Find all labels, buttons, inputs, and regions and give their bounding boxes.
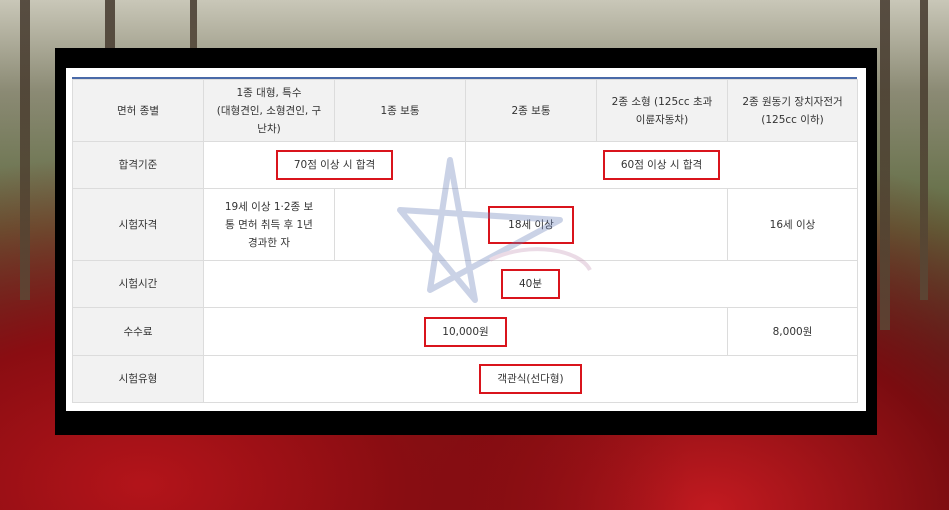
header-line: 2종 원동기 장치자전거 bbox=[742, 95, 843, 108]
highlight-box: 40분 bbox=[500, 269, 561, 299]
license-exam-table: 면허 종별 1종 대형, 특수 (대형견인, 소형견인, 구 난차) 1종 보통… bbox=[72, 79, 858, 403]
header-line: 1종 대형, 특수 bbox=[236, 86, 302, 99]
qualification-moped: 16세 이상 bbox=[727, 188, 858, 261]
exam-type-value: 객관식(선다형) bbox=[203, 355, 858, 403]
header-class2-normal: 2종 보통 bbox=[465, 79, 597, 142]
tree-trunk bbox=[20, 0, 30, 300]
header-line: (대형견인, 소형견인, 구 bbox=[216, 104, 322, 117]
exam-time-value: 40분 bbox=[203, 260, 858, 308]
header-class1-normal: 1종 보통 bbox=[334, 79, 466, 142]
highlight-box: 60점 이상 시 합격 bbox=[602, 150, 721, 180]
header-line: 난차) bbox=[257, 122, 281, 135]
highlight-box: 70점 이상 시 합격 bbox=[275, 150, 394, 180]
highlight-box: 10,000원 bbox=[424, 316, 507, 347]
header-class2-moped: 2종 원동기 장치자전거 (125cc 이하) bbox=[727, 79, 858, 142]
header-license-type: 면허 종별 bbox=[72, 79, 204, 142]
header-line: (125cc 이하) bbox=[761, 113, 824, 126]
pass-criteria-class1: 70점 이상 시 합격 bbox=[203, 141, 466, 189]
qualification-class1-large: 19세 이상 1·2종 보 통 면허 취득 후 1년 경과한 자 bbox=[203, 188, 335, 261]
header-class2-small: 2종 소형 (125cc 초과 이륜자동차) bbox=[596, 79, 728, 142]
highlight-box: 객관식(선다형) bbox=[479, 364, 582, 394]
row-label: 시험자격 bbox=[72, 188, 204, 261]
table-row-exam-type: 시험유형 객관식(선다형) bbox=[72, 355, 858, 403]
highlight-box: 18세 이상 bbox=[488, 205, 574, 244]
qualification-general: 18세 이상 bbox=[334, 188, 728, 261]
cell-line: 경과한 자 bbox=[248, 236, 290, 249]
tree-trunk bbox=[920, 0, 928, 300]
header-class1-large-special: 1종 대형, 특수 (대형견인, 소형견인, 구 난차) bbox=[203, 79, 335, 142]
row-label: 수수료 bbox=[72, 307, 204, 356]
fee-moped: 8,000원 bbox=[727, 307, 858, 356]
table-row-pass-criteria: 합격기준 70점 이상 시 합격 60점 이상 시 합격 bbox=[72, 141, 858, 189]
header-line: 이륜자동차) bbox=[635, 113, 689, 126]
row-label: 시험유형 bbox=[72, 355, 204, 403]
table-row-qualification: 시험자격 19세 이상 1·2종 보 통 면허 취득 후 1년 경과한 자 18… bbox=[72, 188, 858, 261]
row-label: 시험시간 bbox=[72, 260, 204, 308]
row-label: 합격기준 bbox=[72, 141, 204, 189]
cell-line: 통 면허 취득 후 1년 bbox=[225, 218, 313, 231]
table-row-fee: 수수료 10,000원 8,000원 bbox=[72, 307, 858, 356]
tree-trunk bbox=[880, 0, 890, 330]
fee-general: 10,000원 bbox=[203, 307, 728, 356]
header-line: 2종 소형 (125cc 초과 bbox=[611, 95, 713, 108]
cell-line: 19세 이상 1·2종 보 bbox=[224, 200, 314, 213]
table-row-exam-time: 시험시간 40분 bbox=[72, 260, 858, 308]
pass-criteria-class2: 60점 이상 시 합격 bbox=[465, 141, 858, 189]
table-header-row: 면허 종별 1종 대형, 특수 (대형견인, 소형견인, 구 난차) 1종 보통… bbox=[72, 79, 858, 142]
